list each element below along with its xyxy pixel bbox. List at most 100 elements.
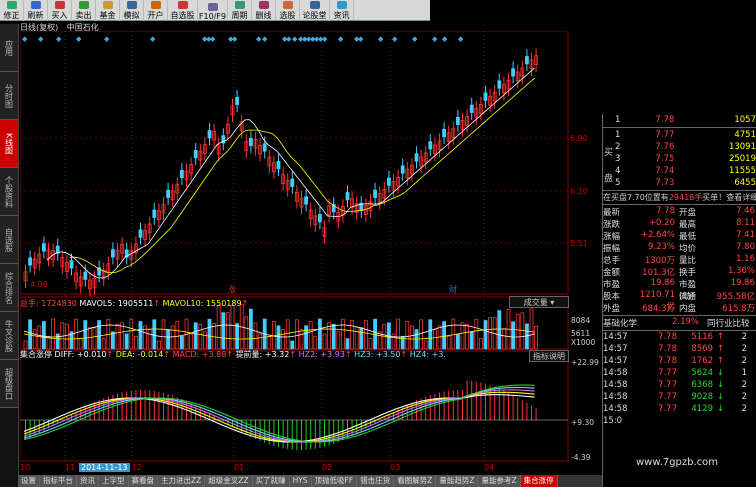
left-tab-5[interactable]: 综合排名 [0,264,18,312]
toolbar-button-4[interactable]: 基金 [96,0,120,21]
left-tab-strip: 应用 分时图 K线图 个股资料 自选股 综合排名 牛叉诊股 超级盘口 [0,24,19,487]
volume-bar [405,321,410,350]
signal-marker: ◆ [458,35,464,43]
toolbar-button-6[interactable]: 开户 [144,0,168,21]
volume-bar [322,333,327,350]
toolbar-button-2[interactable]: 买入 [48,0,72,21]
watermark: www.7gpzb.com [636,457,718,468]
bottom-tab-10[interactable]: 猎击庄货 [357,475,395,487]
left-tab-0[interactable]: 应用 [0,24,18,72]
hz4-value: HZ4: +3. [409,350,446,359]
bottom-tab-7[interactable]: 买了就赚 [252,475,290,487]
signal-marker: ◆ [378,35,384,43]
candle [166,189,171,198]
info-value: +0.20 [648,218,675,228]
volume-bar [258,333,263,350]
left-tab-4[interactable]: 自选股 [0,216,18,264]
volume-bar [285,319,290,350]
bottom-tab-2[interactable]: 资讯 [77,475,99,487]
moving-average-line [46,67,535,279]
candle [414,153,419,162]
bottom-tab-1[interactable]: 指标平台 [40,475,77,487]
toolbar-label: 删线 [255,11,272,20]
tick-direction-icon [717,416,727,428]
candle [179,169,184,179]
toolbar-button-1[interactable]: 刷新 [24,0,48,21]
info-key: 最新 [603,208,621,218]
macd-legend: 集合涨停 DIFF: +0.010↑ DEA: -0.014↑ MACD: +3… [20,350,446,359]
volume-bar [488,317,493,350]
info-value: +2.64% [640,230,675,240]
left-tab-2[interactable]: K线图 [0,120,18,168]
candle [469,104,474,113]
buy-row[interactable]: 2 7.76 13091 [615,141,756,153]
volume-bar [350,320,355,350]
volume-bar [156,340,161,350]
tick-volume [677,416,713,428]
left-tab-3[interactable]: 个股资料 [0,168,18,216]
volume-bar [331,323,336,350]
buy-level: 1 [615,130,621,140]
bottom-tab-9[interactable]: 顶抛低吸FF [311,475,358,487]
toolbar-button-13[interactable]: 资讯 [330,0,354,21]
volume-indicator-select[interactable]: 成交量 ▾ [509,296,569,308]
volume-bar [396,318,401,350]
candle [373,189,378,198]
volume-bar [308,321,313,350]
bottom-tab-4[interactable]: 赛看盘 [128,475,158,487]
bottom-tab-8[interactable]: HYS [289,475,312,487]
signal-marker: ◆ [358,35,364,43]
bottom-tab-14[interactable]: 集合涨停 [520,475,558,487]
bottom-tab-3[interactable]: 上字型 [99,475,129,487]
candle [41,243,46,252]
tick-volume: 6368 [691,380,713,390]
info-key: 外盘 [603,304,621,314]
buy-row[interactable]: 3 7.75 25019 [615,153,756,165]
toolbar-button-5[interactable]: 模拟 [120,0,144,21]
sector-pct: 2.19% [671,317,699,327]
volume-bar [501,328,506,350]
bottom-tab-13[interactable]: 量能参考Z [478,475,521,487]
bottom-tab-0[interactable]: 设置 [18,475,40,487]
toolbar-button-0[interactable]: 修正 [0,0,24,21]
volume-bar [115,323,120,350]
tick-time: 14:58 [603,380,628,390]
signal-marker: ◆ [22,35,28,43]
tick-time: 14:57 [603,344,628,354]
toolbar-button-11[interactable]: 选股 [276,0,300,21]
bottom-tab-5[interactable]: 主力进出ZZ [158,475,206,487]
left-tab-6[interactable]: 牛叉诊股 [0,312,18,360]
candle [442,129,447,138]
buy-row[interactable]: 4 7.74 11555 [615,165,756,177]
left-tab-1[interactable]: 分时图 [0,72,18,120]
tick-count: 2 [741,356,747,366]
buy-row[interactable]: 1 7.77 4751 [615,129,756,141]
left-tab-7[interactable]: 超级盘口 [0,360,18,408]
sector-row[interactable]: 基础化学 2.19% 同行业比较 [603,317,756,329]
info-key: 市盈 [603,280,621,290]
indicator-help-button[interactable]: 指标说明 [529,350,569,362]
x-tick: 11 [65,463,76,472]
buy-volume: 25019 [728,154,756,164]
toolbar-button-10[interactable]: 删线 [252,0,276,21]
buy-order-note[interactable]: 在买盘7.70位置有29418手买单！查看详细 [603,192,756,203]
kline-chart[interactable]: 6.90 6.20 5.51 4.99 8084 5611X1000 +22.99 +9.30… [20,31,600,463]
toolbar-button-7[interactable]: 自选股 [168,0,198,21]
volume-legend: 总手: 1724830 MAVOL5: 1905511↑ MAVOL10: 15… [20,299,249,308]
candle [69,260,74,269]
toolbar-button-12[interactable]: 论股堂 [300,0,330,21]
toolbar-label: 开户 [147,11,164,20]
volume-bar [359,327,364,350]
toolbar-button-3[interactable]: 卖出 [72,0,96,21]
sell-row[interactable]: 1 7.78 1057 [603,114,756,126]
toolbar-button-9[interactable]: 周期 [228,0,252,21]
sector-compare: 同行业比较 [707,319,750,329]
volume-bar [124,333,129,350]
tick-count: 2 [741,332,747,342]
bottom-tab-12[interactable]: 量能趋势Z [436,475,479,487]
toolbar-button-8[interactable]: F10/F9 [198,0,228,21]
bottom-tab-6[interactable]: 超级金叉ZZ [205,475,253,487]
buy-row[interactable]: 5 7.73 6455 [615,177,756,189]
bottom-tab-11[interactable]: 看图解势Z [394,475,437,487]
candle [455,116,460,126]
